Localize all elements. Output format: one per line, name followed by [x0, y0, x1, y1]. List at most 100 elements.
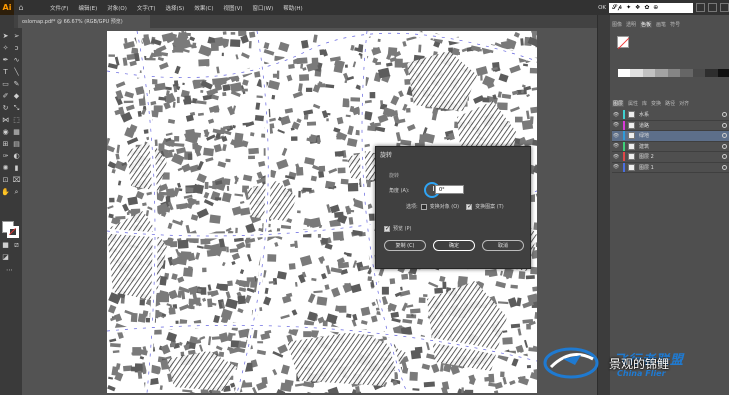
direct-selection-tool-icon[interactable]: ➢ [12, 32, 21, 41]
rotate-tool-icon[interactable]: ↻ [1, 104, 10, 113]
copy-button[interactable]: 复制 (C) [384, 240, 426, 251]
menu-item[interactable]: 帮助(H) [283, 4, 302, 12]
layers-panel-tab[interactable]: 变换 [651, 100, 661, 107]
layer-row[interactable]: 👁 图层 2 [612, 152, 729, 163]
color-panel-tab[interactable]: 画笔 [656, 21, 666, 28]
building-block [139, 356, 145, 360]
close-button[interactable] [720, 3, 729, 12]
gradient-tool-icon[interactable]: ▤ [12, 140, 21, 149]
building-block [484, 376, 493, 382]
building-block [115, 81, 126, 89]
swatches-strip[interactable] [618, 69, 729, 77]
more-tools-icon[interactable]: ⋯ [5, 266, 14, 275]
artboard-tool-icon[interactable]: ⊡ [1, 176, 10, 185]
layer-row[interactable]: 👁 水系 [612, 110, 729, 121]
selection-tool-icon[interactable]: ➤ [1, 32, 10, 41]
menu-item[interactable]: 窗口(W) [253, 4, 274, 12]
transform-patterns-checkbox[interactable] [466, 203, 472, 210]
building-block [302, 67, 307, 71]
layers-panel-tabs: 图层 属性库变换 路径 对齐 [612, 100, 689, 107]
rotate-section-label: 旋转 [389, 173, 400, 179]
building-block [174, 65, 181, 75]
minimize-button[interactable] [696, 3, 705, 12]
building-block [246, 287, 255, 293]
menu-item[interactable]: 效果(C) [194, 4, 213, 12]
building-block [124, 91, 135, 99]
layer-target-icon[interactable] [722, 164, 727, 170]
cancel-button[interactable]: 取消 [482, 240, 524, 251]
layer-target-icon[interactable] [722, 112, 727, 118]
symbol-sprayer-tool-icon[interactable]: ✺ [1, 164, 10, 173]
eyedropper-tool-icon[interactable]: ✑ [1, 152, 10, 161]
color-panel-tab[interactable]: 色板 [640, 21, 653, 28]
eye-icon[interactable]: 👁 [612, 164, 620, 170]
shape-builder-tool-icon[interactable]: ◉ [1, 128, 10, 137]
angle-label: 角度 (A): [389, 188, 410, 194]
slice-tool-icon[interactable]: ⌧ [12, 176, 21, 185]
eye-icon[interactable]: 👁 [612, 112, 620, 118]
layers-panel-tab[interactable]: 图层 [612, 100, 625, 107]
color-panel-tab[interactable]: 透明 [626, 21, 636, 28]
angle-input[interactable]: 0° [435, 185, 464, 194]
pen-tool-icon[interactable]: ✒ [1, 56, 10, 65]
building-block [229, 248, 239, 253]
menu-item[interactable]: 选择(S) [166, 4, 185, 12]
blend-tool-icon[interactable]: ◐ [12, 152, 21, 161]
column-graph-tool-icon[interactable]: ▮ [12, 164, 21, 173]
menu-item[interactable]: 视图(V) [223, 4, 242, 12]
layer-row[interactable]: 👁 道路 [612, 120, 729, 131]
mesh-tool-icon[interactable]: ⊞ [1, 140, 10, 149]
layer-row[interactable]: 👁 图层 1 [612, 162, 729, 173]
document-tab[interactable]: oslomap.pdf* @ 66.67% (RGB/GPU 预览) [18, 15, 150, 28]
eye-icon[interactable]: 👁 [612, 133, 620, 139]
layers-panel-tab[interactable]: 路径 [665, 100, 675, 107]
layers-panel-tab[interactable]: 对齐 [679, 100, 689, 107]
color-panel-tab[interactable]: 图像 [612, 21, 622, 28]
drawing-mode-icon[interactable]: ◪ [1, 253, 10, 262]
none-mode-icon[interactable]: ⧄ [12, 241, 21, 250]
free-transform-tool-icon[interactable]: ⬚ [12, 116, 21, 125]
line-tool-icon[interactable]: ╲ [12, 68, 21, 77]
transform-objects-checkbox[interactable] [420, 203, 427, 210]
magic-wand-tool-icon[interactable]: ✧ [1, 44, 10, 53]
paintbrush-tool-icon[interactable]: ✎ [12, 80, 21, 89]
layer-target-icon[interactable] [722, 122, 727, 128]
perspective-grid-tool-icon[interactable]: ▦ [12, 128, 21, 137]
hand-tool-icon[interactable]: ✋ [1, 188, 10, 197]
menu-item[interactable]: 对象(O) [107, 4, 127, 12]
shaper-tool-icon[interactable]: ✐ [1, 92, 10, 101]
layer-target-icon[interactable] [722, 143, 727, 149]
layers-panel-tab[interactable]: 属性 [628, 100, 638, 107]
building-block [124, 37, 128, 44]
layers-panel-tab[interactable]: 库 [642, 100, 647, 107]
menu-item[interactable]: 编辑(E) [78, 4, 97, 12]
menu-item[interactable]: 文件(F) [50, 4, 68, 12]
building-block [498, 73, 509, 83]
eye-icon[interactable]: 👁 [612, 154, 620, 160]
scale-tool-icon[interactable]: ⤡ [12, 104, 21, 113]
color-none-swatch[interactable] [617, 36, 629, 48]
ok-button[interactable]: 确定 [433, 240, 475, 251]
zoom-tool-icon[interactable]: ⌕ [12, 188, 21, 197]
curvature-tool-icon[interactable]: ∿ [12, 56, 21, 65]
building-block [252, 387, 259, 393]
layer-target-icon[interactable] [722, 154, 727, 160]
lasso-tool-icon[interactable]: ↄ [12, 44, 21, 53]
home-icon[interactable]: ⌂ [14, 0, 28, 15]
color-panel-tab[interactable]: 符号 [670, 21, 680, 28]
width-tool-icon[interactable]: ⋈ [1, 116, 10, 125]
layer-row[interactable]: 👁 建筑 [612, 141, 729, 152]
maximize-button[interactable] [708, 3, 717, 12]
type-tool-icon[interactable]: T [1, 68, 10, 77]
layer-target-icon[interactable] [722, 133, 727, 139]
rectangle-tool-icon[interactable]: ▭ [1, 80, 10, 89]
eye-icon[interactable]: 👁 [612, 143, 620, 149]
preview-checkbox[interactable] [384, 225, 390, 232]
search-box[interactable]: 𝓢𝓹 ✦ ❖ ✿ ⊕ [609, 2, 693, 13]
stroke-swatch[interactable] [7, 226, 19, 238]
color-mode-icon[interactable]: ■ [1, 241, 10, 250]
eraser-tool-icon[interactable]: ◆ [12, 92, 21, 101]
menu-item[interactable]: 文字(T) [137, 4, 156, 12]
eye-icon[interactable]: 👁 [612, 122, 620, 128]
layer-row[interactable]: 👁 绿地 [612, 131, 729, 142]
